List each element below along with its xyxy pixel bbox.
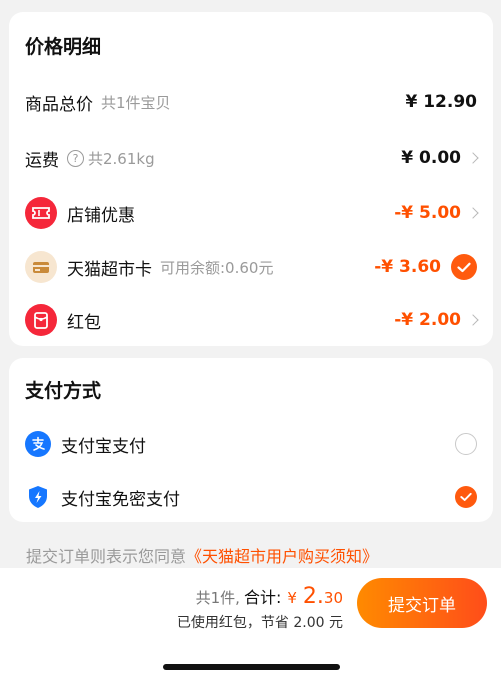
agreement-prefix: 提交订单则表示您同意 (26, 547, 187, 566)
chevron-right-icon (467, 152, 479, 164)
market-card-row[interactable]: 天猫超市卡 可用余额:0.60元 -¥ 3.60 (9, 247, 493, 287)
alipay-shield-icon (25, 484, 51, 510)
home-indicator (163, 664, 340, 670)
store-discount-row[interactable]: 店铺优惠 -¥ 5.00 (9, 193, 493, 233)
red-packet-row[interactable]: 红包 -¥ 2.00 (9, 300, 493, 340)
red-packet-amount: -¥ 2.00 (394, 310, 461, 330)
goods-total-row: 商品总价 共1件宝贝 ¥ 12.90 (9, 82, 493, 122)
alipay-label: 支付宝支付 (61, 436, 146, 457)
red-packet-label: 红包 (67, 312, 101, 333)
shipping-amount: ¥ 0.00 (401, 148, 461, 168)
red-packet-icon (25, 304, 57, 336)
store-discount-label: 店铺优惠 (67, 205, 135, 226)
total-decimal: 30 (323, 589, 343, 607)
coupon-icon (25, 197, 57, 229)
checked-icon[interactable] (455, 486, 477, 508)
shipping-weight: 共2.61kg (88, 149, 155, 168)
store-discount-amount: -¥ 5.00 (394, 203, 461, 223)
saved-note: 已使用红包，节省 2.00 元 (176, 615, 343, 631)
currency-symbol: ¥ (287, 589, 297, 607)
market-card-amount: -¥ 3.60 (374, 257, 441, 277)
price-details-card: 价格明细 商品总价 共1件宝贝 ¥ 12.90 运费 ? 共2.61kg ¥ 0… (9, 12, 493, 346)
market-card-label: 天猫超市卡 (67, 259, 152, 280)
goods-total-amount: ¥ 12.90 (405, 92, 477, 112)
alipay-icon (25, 431, 51, 457)
payment-method-title: 支付方式 (25, 380, 102, 402)
question-icon[interactable]: ? (67, 149, 84, 167)
price-details-title: 价格明细 (25, 36, 102, 58)
agreement-text: 提交订单则表示您同意《天猫超市用户购买须知》 (26, 543, 378, 567)
radio-unselected[interactable] (455, 433, 477, 455)
total-label: 合计: (243, 588, 282, 607)
goods-total-label: 商品总价 (25, 94, 93, 115)
shipping-row[interactable]: 运费 ? 共2.61kg ¥ 0.00 (9, 138, 493, 178)
payment-method-card: 支付方式 支付宝支付 支付宝免密支付 (9, 358, 493, 522)
checked-icon[interactable] (451, 254, 477, 280)
market-card-balance: 可用余额:0.60元 (160, 258, 274, 277)
shipping-label: 运费 (25, 150, 59, 171)
payment-option-alipay-nopwd[interactable]: 支付宝免密支付 (9, 477, 493, 517)
submit-order-button[interactable]: 提交订单 (357, 578, 487, 628)
item-count: 共1件, (195, 589, 240, 607)
agreement-link[interactable]: 《天猫超市用户购买须知》 (186, 547, 378, 566)
goods-count: 共1件宝贝 (101, 93, 171, 112)
payment-option-alipay[interactable]: 支付宝支付 (9, 424, 493, 464)
total-integer: 2. (302, 584, 324, 609)
alipay-nopwd-label: 支付宝免密支付 (61, 489, 180, 510)
order-summary: 共1件, 合计: ¥ 2. 30 (196, 584, 343, 609)
order-footer-bar: 共1件, 合计: ¥ 2. 30 已使用红包，节省 2.00 元 提交订单 (0, 568, 501, 681)
chevron-right-icon (467, 314, 479, 326)
card-icon (25, 251, 57, 283)
chevron-right-icon (467, 207, 479, 219)
